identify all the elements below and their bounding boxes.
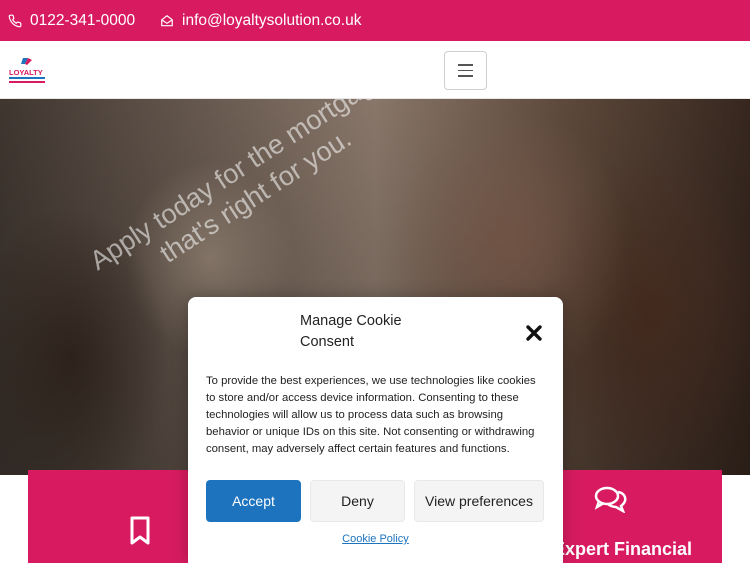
phone-link[interactable]: 0122-341-0000 (8, 0, 135, 41)
card-title: Expert Financial (553, 539, 693, 559)
view-preferences-button[interactable]: View preferences (414, 480, 544, 522)
site-logo[interactable]: LOYALTY (8, 56, 46, 86)
accept-button[interactable]: Accept (206, 480, 301, 522)
chat-bubbles-icon (594, 486, 627, 513)
dialog-title: Manage Cookie Consent (300, 313, 402, 350)
svg-text:LOYALTY: LOYALTY (9, 68, 43, 77)
top-bar: 0122-341-0000 info@loyaltysolution.co.uk (0, 0, 750, 41)
menu-toggle-button[interactable] (444, 51, 487, 90)
email-link[interactable]: info@loyaltysolution.co.uk (160, 0, 361, 41)
phone-icon (8, 14, 22, 27)
site-header: LOYALTY (0, 41, 750, 99)
cookie-consent-dialog: Manage Cookie Consent To provide the bes… (188, 297, 563, 563)
phone-number: 0122-341-0000 (30, 11, 136, 29)
bookmark-icon (130, 516, 150, 545)
cookie-policy-link[interactable]: Cookie Policy (188, 533, 563, 545)
dialog-body-text: To provide the best experiences, we use … (206, 375, 536, 455)
deny-button[interactable]: Deny (310, 480, 405, 522)
hamburger-icon (458, 64, 473, 66)
envelope-icon (161, 14, 173, 26)
close-icon[interactable] (525, 324, 543, 342)
email-address: info@loyaltysolution.co.uk (182, 11, 362, 29)
